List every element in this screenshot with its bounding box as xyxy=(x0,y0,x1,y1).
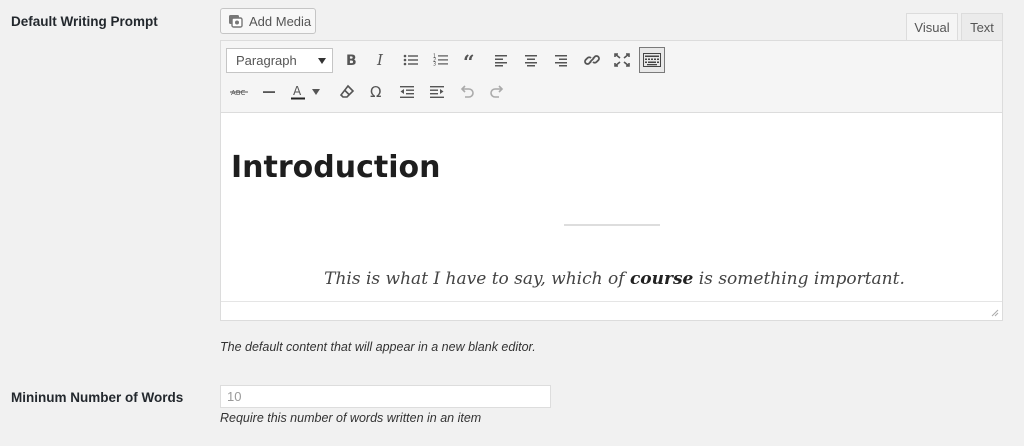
fullscreen-icon[interactable] xyxy=(609,47,635,73)
format-select[interactable]: Paragraph xyxy=(226,48,333,73)
paragraph-text-start: This is what I have to say, which of xyxy=(324,269,630,289)
horizontal-line-icon[interactable] xyxy=(256,79,282,105)
strikethrough-icon[interactable]: ABC xyxy=(226,79,252,105)
align-right-icon[interactable] xyxy=(548,47,574,73)
tab-text[interactable]: Text xyxy=(961,13,1003,41)
rich-text-editor[interactable]: Paragraph B I 123 “ ABC A Ω Introduction… xyxy=(220,40,1003,321)
clear-formatting-icon[interactable] xyxy=(334,79,360,105)
resize-handle-icon[interactable] xyxy=(989,307,999,317)
min-words-description: Require this number of words written in … xyxy=(220,411,482,425)
blockquote-icon[interactable]: “ xyxy=(458,47,484,73)
special-character-icon[interactable]: Ω xyxy=(364,79,390,105)
text-color-icon[interactable]: A xyxy=(285,79,311,105)
editor-toolbar: Paragraph B I 123 “ ABC A Ω xyxy=(221,41,1002,113)
indent-icon[interactable] xyxy=(424,79,450,105)
editor-content[interactable]: Introduction This is what I have to say,… xyxy=(221,113,1002,302)
paragraph-text-end: is something important. xyxy=(693,269,905,289)
toolbar-toggle-icon[interactable] xyxy=(639,47,665,73)
svg-text:ABC: ABC xyxy=(231,89,245,97)
chevron-down-icon xyxy=(318,58,326,64)
outdent-icon[interactable] xyxy=(394,79,420,105)
undo-icon[interactable] xyxy=(454,79,480,105)
svg-text:A: A xyxy=(293,84,302,98)
link-icon[interactable] xyxy=(579,47,605,73)
text-color-dropdown-icon[interactable] xyxy=(309,79,323,105)
tab-visual[interactable]: Visual xyxy=(906,13,958,41)
italic-icon[interactable]: I xyxy=(368,47,394,73)
editor-statusbar xyxy=(221,301,1002,320)
min-words-label: Mininum Number of Words xyxy=(11,390,184,405)
add-media-button[interactable]: Add Media xyxy=(220,8,316,34)
bold-icon[interactable]: B xyxy=(338,47,364,73)
svg-text:I: I xyxy=(376,53,384,67)
content-divider xyxy=(564,224,660,226)
content-heading: Introduction xyxy=(231,150,441,185)
media-icon xyxy=(229,15,243,28)
content-paragraph: This is what I have to say, which of cou… xyxy=(221,269,1002,289)
min-words-input[interactable] xyxy=(220,385,551,408)
svg-text:Ω: Ω xyxy=(370,84,381,100)
add-media-label: Add Media xyxy=(249,13,312,29)
writing-prompt-label: Default Writing Prompt xyxy=(11,14,158,29)
numbered-list-icon[interactable]: 123 xyxy=(428,47,454,73)
paragraph-bold-text: course xyxy=(629,269,694,289)
align-left-icon[interactable] xyxy=(488,47,514,73)
redo-icon[interactable] xyxy=(484,79,510,105)
svg-text:“: “ xyxy=(463,53,475,67)
svg-text:3: 3 xyxy=(433,62,436,68)
format-select-value: Paragraph xyxy=(236,53,297,68)
writing-prompt-description: The default content that will appear in … xyxy=(220,340,536,354)
bulleted-list-icon[interactable] xyxy=(398,47,424,73)
svg-text:B: B xyxy=(346,53,357,67)
align-center-icon[interactable] xyxy=(518,47,544,73)
